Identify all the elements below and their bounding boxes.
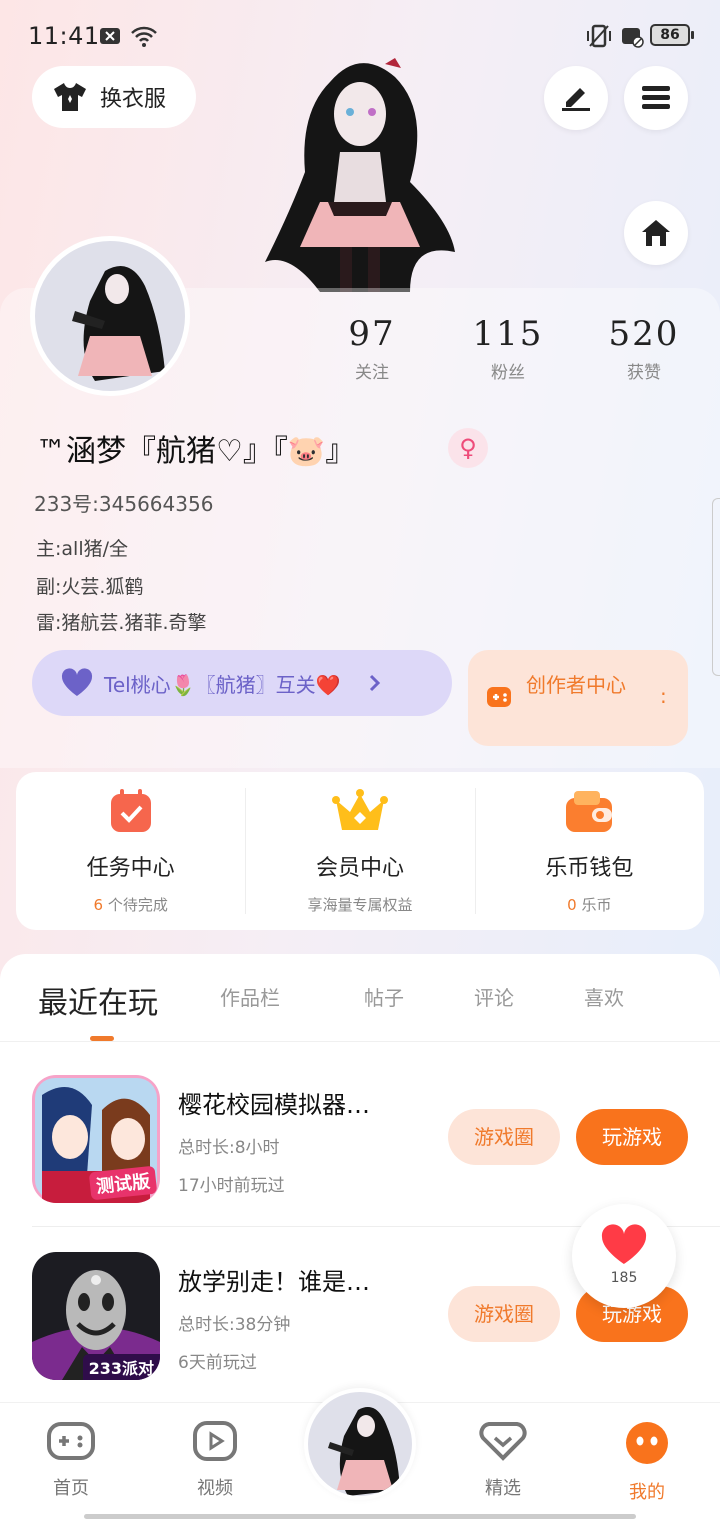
nav-video-label: 视频 — [197, 1478, 233, 1499]
vip-center-sub: 享海量专属权益 — [307, 896, 413, 914]
more-dots-icon: : — [660, 684, 667, 708]
side-panel-handle[interactable] — [712, 498, 720, 676]
stat-likes-count: 520 — [608, 314, 680, 354]
honey-pill-text: Tel桃心🌷〖航猪〗互关❤️ — [104, 672, 341, 697]
tab-active-indicator — [90, 1036, 114, 1041]
game-title[interactable]: 樱花校园模拟器… — [178, 1085, 370, 1120]
game-title[interactable]: 放学别走！谁是… — [178, 1262, 370, 1297]
menu-button[interactable] — [624, 66, 688, 130]
tab-works[interactable]: 作品栏 — [220, 982, 280, 1011]
battery-indicator: 86 — [650, 24, 694, 46]
game-circle-button[interactable]: 游戏圈 — [448, 1109, 560, 1165]
user-id[interactable]: 233号:345664356 — [34, 488, 213, 517]
nav-mine[interactable]: 我的 — [602, 1421, 692, 1504]
tab-posts[interactable]: 帖子 — [364, 982, 404, 1011]
heart-icon — [479, 1422, 527, 1461]
stat-following[interactable]: 97 关注 — [322, 314, 422, 383]
face-icon — [626, 1422, 668, 1464]
bio-line-3: 雷:猪航芸.猪菲.奇擎 — [36, 612, 207, 634]
crown-icon — [331, 789, 388, 830]
bio-line-1: 主:all猪/全 — [36, 538, 129, 560]
like-floating-button[interactable]: 185 — [572, 1204, 676, 1308]
change-outfit-button[interactable]: 换衣服 — [32, 66, 196, 128]
wallet-button[interactable]: 乐币钱包 0 乐币 — [474, 772, 704, 930]
wifi-icon — [131, 26, 157, 47]
vip-center-button[interactable]: 会员中心 享海量专属权益 — [245, 772, 474, 930]
house-icon — [642, 220, 670, 246]
heart-icon — [61, 668, 93, 696]
nickname: ™涵梦『航猪♡』『🐷』 — [36, 434, 356, 469]
stat-following-label: 关注 — [355, 363, 389, 383]
task-count: 6 — [93, 896, 104, 914]
menu-icon — [642, 86, 670, 109]
wallet-balance: 0 — [567, 896, 577, 914]
vip-center-title: 会员中心 — [315, 856, 404, 881]
avatar-thumbnail — [328, 1407, 400, 1496]
bio-line-2: 副:火芸.狐鹤 — [36, 576, 144, 598]
tab-comments[interactable]: 评论 — [474, 982, 514, 1011]
stat-fans-label: 粉丝 — [491, 363, 525, 383]
avatar-character-image[interactable] — [260, 52, 460, 292]
shirt-icon — [54, 83, 86, 111]
home-button[interactable] — [624, 201, 688, 265]
vibrate-icon — [587, 24, 611, 48]
game-total-time: 总时长:8小时 — [178, 1138, 280, 1158]
tab-bar: 最近在玩 作品栏 帖子 评论 喜欢 — [0, 954, 720, 1042]
wallet-sub: 乐币 — [581, 896, 612, 914]
female-icon: ♀ — [448, 428, 488, 468]
tab-likes[interactable]: 喜欢 — [584, 982, 624, 1011]
game-icon[interactable]: 233派对 — [32, 1252, 160, 1380]
status-time: 11:41 — [28, 22, 100, 50]
pencil-icon — [562, 88, 590, 111]
wallet-icon — [566, 791, 613, 832]
game-last-played: 6天前玩过 — [178, 1353, 257, 1373]
party-badge: 233派对 — [82, 1354, 160, 1380]
creator-center-button[interactable]: 创作者中心 : — [468, 650, 688, 746]
task-center-button[interactable]: 任务中心 6 个待完成 — [16, 772, 245, 930]
task-center-title: 任务中心 — [86, 856, 175, 881]
edit-button[interactable] — [544, 66, 608, 130]
game-circle-button[interactable]: 游戏圈 — [448, 1286, 560, 1342]
game-controller-icon — [487, 687, 511, 707]
stat-fans[interactable]: 115 粉丝 — [458, 314, 558, 383]
play-icon — [193, 1421, 237, 1461]
honey-pill-button[interactable]: Tel桃心🌷〖航猪〗互关❤️ — [32, 650, 452, 716]
avatar-thumbnail — [72, 266, 165, 381]
task-center-sub: 个待完成 — [107, 896, 168, 914]
quick-links-card: 任务中心 6 个待完成 会员中心 享海量专属权益 乐币钱包 0 乐币 — [16, 772, 704, 930]
nav-video[interactable]: 视频 — [170, 1421, 260, 1500]
heart-icon — [601, 1224, 647, 1264]
game-total-time: 总时长:38分钟 — [178, 1315, 291, 1335]
nav-mine-label: 我的 — [629, 1482, 665, 1503]
play-game-button[interactable]: 玩游戏 — [576, 1109, 688, 1165]
creator-center-label: 创作者中心 — [526, 673, 626, 697]
profile-avatar[interactable] — [30, 236, 190, 396]
notification-icon — [100, 28, 120, 44]
home-indicator — [84, 1514, 636, 1519]
stat-likes-label: 获赞 — [627, 363, 661, 383]
stat-following-count: 97 — [348, 314, 396, 354]
game-last-played: 17小时前玩过 — [178, 1176, 285, 1196]
chevron-right-icon — [370, 674, 381, 692]
center-avatar-button[interactable] — [304, 1388, 416, 1500]
tab-recent-played[interactable]: 最近在玩 — [38, 978, 158, 1022]
gamepad-icon — [47, 1422, 95, 1460]
calendar-check-icon — [110, 789, 151, 832]
wallet-title: 乐币钱包 — [545, 856, 634, 881]
nav-featured[interactable]: 精选 — [458, 1421, 548, 1500]
nav-home[interactable]: 首页 — [26, 1421, 116, 1500]
change-outfit-label: 换衣服 — [100, 87, 167, 112]
sim-icon — [622, 28, 644, 48]
nav-featured-label: 精选 — [485, 1478, 521, 1499]
nav-home-label: 首页 — [53, 1478, 89, 1499]
like-count: 185 — [610, 1270, 638, 1286]
game-icon[interactable]: 测试版 — [32, 1075, 160, 1203]
stat-likes[interactable]: 520 获赞 — [594, 314, 694, 383]
stat-fans-count: 115 — [472, 314, 544, 354]
